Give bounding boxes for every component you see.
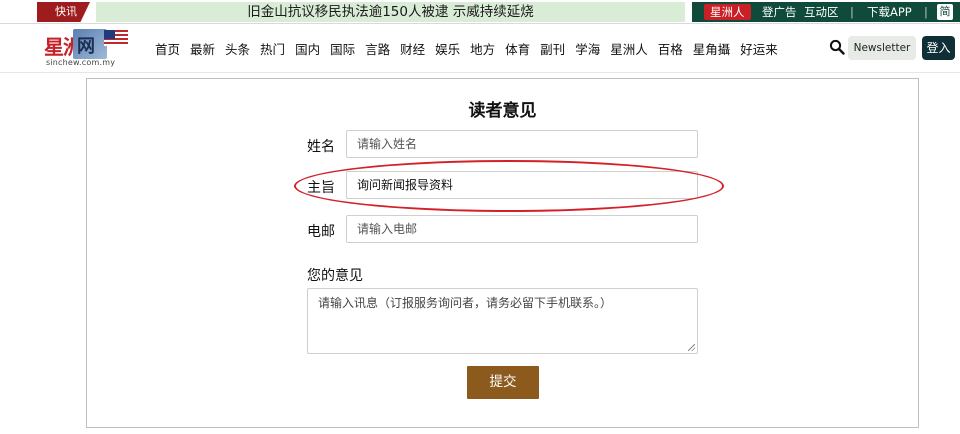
nav-item-sinchewren[interactable]: 星洲人	[610, 39, 648, 58]
form-title: 读者意见	[468, 101, 537, 121]
logo-url: sinchew.com.my	[46, 58, 116, 67]
header-divider	[0, 72, 960, 73]
submit-button[interactable]: 提交	[467, 366, 539, 399]
name-label: 姓名	[307, 139, 335, 155]
nav-item-domestic[interactable]: 国内	[295, 39, 320, 58]
download-app-link[interactable]: 下载APP	[867, 2, 912, 22]
sinchewren-link[interactable]: 星洲人	[704, 4, 751, 20]
headline-ticker[interactable]: 旧金山抗议移民执法逾150人被逮 示威持续延烧	[96, 2, 685, 22]
nav-item-local[interactable]: 地方	[470, 39, 495, 58]
nav-item-education[interactable]: 学海	[575, 39, 600, 58]
interact-link[interactable]: 互动区	[804, 2, 839, 22]
top-ticker-bar: 快讯 旧金山抗议移民执法逾150人被逮 示威持续延烧 星洲人 登广告 互动区 |…	[0, 0, 960, 24]
site-header: 星洲 网 sinchew.com.my 首页 最新 头条 热门 国内 国际 言路…	[0, 24, 960, 73]
nav-item-home[interactable]: 首页	[155, 39, 180, 58]
nav-item-international[interactable]: 国际	[330, 39, 355, 58]
feedback-form-card: 读者意见 姓名 请输入姓名 主旨 询问新闻报导资料 电邮 请输入电邮 您的意见 …	[86, 78, 919, 428]
nav-item-headlines[interactable]: 头条	[225, 39, 250, 58]
email-label: 电邮	[307, 224, 335, 240]
opinion-placeholder: 请输入讯息（订报服务询问者，请务必留下手机联系。）	[318, 296, 613, 310]
malaysia-flag-icon	[104, 30, 128, 46]
utility-separator: |	[850, 5, 854, 19]
newsletter-button[interactable]: Newsletter	[848, 36, 916, 60]
nav-item-opinion[interactable]: 言路	[365, 39, 390, 58]
search-icon[interactable]	[829, 39, 845, 55]
opinion-textarea[interactable]: 请输入讯息（订报服务询问者，请务必留下手机联系。）	[307, 288, 698, 354]
nav-item-finance[interactable]: 财经	[400, 39, 425, 58]
nav-item-sports[interactable]: 体育	[505, 39, 530, 58]
nav-item-photo[interactable]: 星角攝	[693, 39, 731, 58]
utility-separator: |	[924, 5, 928, 19]
login-button[interactable]: 登入	[922, 36, 955, 60]
opinion-label: 您的意见	[307, 268, 363, 284]
language-toggle[interactable]: 简	[937, 4, 953, 20]
flash-news-label: 快讯	[37, 2, 90, 22]
nav-item-latest[interactable]: 最新	[190, 39, 215, 58]
nav-item-baige[interactable]: 百格	[658, 39, 683, 58]
email-field[interactable]: 请输入电邮	[346, 215, 698, 243]
logo-net-char: 网	[77, 36, 95, 57]
nav-item-entertainment[interactable]: 娱乐	[435, 39, 460, 58]
utility-bar: 星洲人 登广告 互动区 | 下载APP | 简	[692, 2, 960, 22]
site-logo[interactable]: 星洲 网 sinchew.com.my	[44, 28, 128, 68]
main-nav: 首页 最新 头条 热门 国内 国际 言路 财经 娱乐 地方 体育 副刊 学海 星…	[155, 39, 788, 58]
name-field[interactable]: 请输入姓名	[346, 130, 698, 158]
resize-handle-icon[interactable]	[688, 344, 695, 351]
nav-item-popular[interactable]: 热门	[260, 39, 285, 58]
annotation-ellipse	[294, 160, 724, 212]
nav-item-fortune[interactable]: 好运来	[740, 39, 778, 58]
advertise-link[interactable]: 登广告	[762, 2, 797, 22]
nav-item-supplement[interactable]: 副刊	[540, 39, 565, 58]
